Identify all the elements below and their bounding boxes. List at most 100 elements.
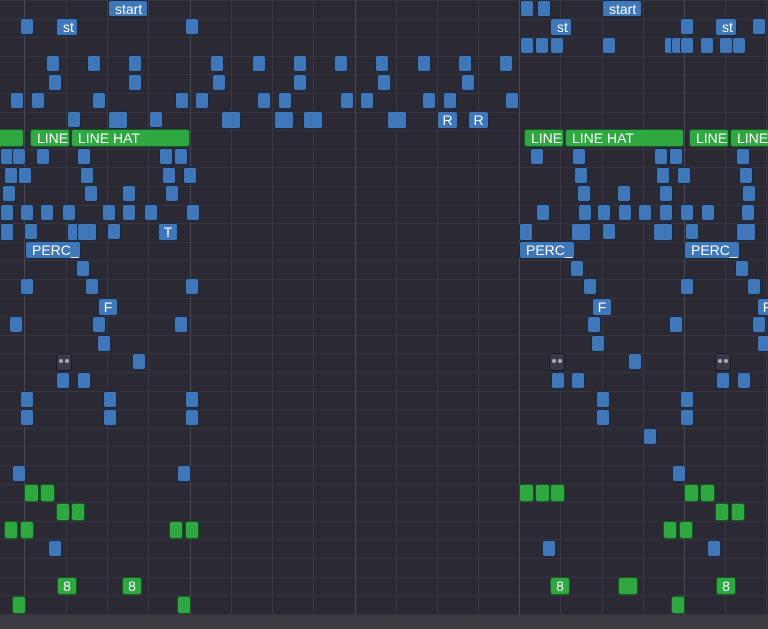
note[interactable] (185, 521, 199, 539)
st-clip[interactable]: st (56, 18, 78, 36)
note[interactable] (174, 316, 188, 333)
line-hat-clip[interactable]: LINE HAT (71, 129, 190, 147)
note[interactable] (752, 18, 766, 35)
note[interactable] (20, 18, 34, 35)
line-clip[interactable]: LINE (30, 129, 70, 147)
note[interactable] (103, 391, 117, 408)
note[interactable] (360, 92, 374, 109)
note[interactable] (278, 92, 292, 109)
piano-roll-grid[interactable]: start start st st st R R LINE LINE HAT L… (0, 0, 768, 629)
note[interactable] (716, 372, 730, 389)
note[interactable] (618, 577, 638, 595)
note[interactable] (700, 484, 715, 502)
note[interactable] (185, 391, 199, 408)
note[interactable] (735, 260, 749, 277)
note[interactable] (0, 223, 14, 241)
note[interactable] (56, 372, 70, 389)
note[interactable] (550, 484, 565, 502)
note[interactable] (571, 223, 591, 241)
note[interactable] (659, 204, 673, 221)
note[interactable] (669, 316, 683, 333)
note[interactable] (654, 148, 668, 165)
note[interactable] (519, 484, 534, 502)
note[interactable] (92, 92, 106, 109)
f-clip[interactable]: F (98, 298, 118, 316)
note[interactable] (685, 223, 699, 240)
note[interactable] (77, 372, 91, 389)
line-clip-4[interactable]: LINE (730, 129, 768, 147)
note[interactable] (638, 204, 652, 221)
note[interactable] (334, 55, 348, 72)
note[interactable] (597, 204, 611, 221)
note[interactable] (747, 278, 761, 295)
note[interactable] (108, 111, 128, 129)
note[interactable] (24, 484, 39, 502)
note[interactable] (572, 148, 586, 165)
note[interactable] (628, 353, 642, 370)
note[interactable] (535, 37, 549, 54)
t-clip[interactable]: T (158, 223, 178, 241)
note[interactable] (149, 111, 163, 128)
note[interactable] (77, 148, 91, 165)
note[interactable] (461, 74, 475, 91)
note[interactable] (212, 74, 226, 91)
note[interactable] (672, 465, 686, 482)
note[interactable] (2, 185, 16, 202)
note[interactable] (177, 596, 191, 614)
note[interactable] (185, 409, 199, 426)
note[interactable] (602, 37, 616, 54)
note[interactable] (602, 223, 616, 240)
note[interactable] (293, 74, 307, 91)
note[interactable] (252, 55, 266, 72)
note[interactable] (87, 55, 101, 72)
horizontal-scrollbar[interactable] (0, 615, 768, 629)
note[interactable] (570, 260, 584, 277)
note[interactable] (677, 167, 691, 184)
perc-clip-3[interactable]: PERC_ (684, 241, 740, 259)
line-hat-clip-2[interactable]: LINE HAT (565, 129, 684, 147)
note[interactable] (536, 204, 550, 221)
note[interactable] (186, 204, 200, 221)
note[interactable] (680, 204, 694, 221)
note[interactable] (4, 521, 18, 539)
note[interactable] (669, 148, 683, 165)
note[interactable] (20, 521, 34, 539)
note[interactable] (422, 92, 436, 109)
dots-clip-2[interactable] (549, 353, 565, 371)
note[interactable] (84, 185, 98, 202)
start-clip-2[interactable]: start (602, 0, 642, 17)
note[interactable] (0, 204, 14, 221)
note[interactable] (175, 92, 189, 109)
note[interactable] (551, 372, 565, 389)
note[interactable] (643, 428, 657, 445)
r-clip[interactable]: R (437, 111, 458, 129)
note[interactable] (741, 204, 755, 221)
note[interactable] (77, 223, 97, 241)
note[interactable] (519, 223, 533, 241)
note[interactable] (577, 185, 591, 202)
note[interactable] (663, 521, 677, 539)
note[interactable] (537, 0, 551, 17)
eight-clip-3[interactable]: 8 (550, 577, 570, 595)
note[interactable] (542, 540, 556, 557)
note[interactable] (46, 55, 60, 72)
note[interactable] (596, 391, 610, 408)
note[interactable] (499, 55, 513, 72)
f-clip-2[interactable]: F (592, 298, 612, 316)
note[interactable] (653, 223, 673, 241)
note[interactable] (122, 185, 136, 202)
note[interactable] (20, 391, 34, 408)
note[interactable] (36, 148, 50, 165)
note[interactable] (732, 37, 746, 54)
note[interactable] (656, 167, 670, 184)
note[interactable] (48, 540, 62, 557)
note[interactable] (20, 278, 34, 295)
note[interactable] (303, 111, 323, 129)
note[interactable] (535, 484, 550, 502)
note[interactable] (707, 540, 721, 557)
note[interactable] (169, 521, 183, 539)
note[interactable] (40, 484, 55, 502)
note[interactable] (128, 74, 142, 91)
note[interactable] (679, 521, 693, 539)
note[interactable] (574, 167, 588, 184)
